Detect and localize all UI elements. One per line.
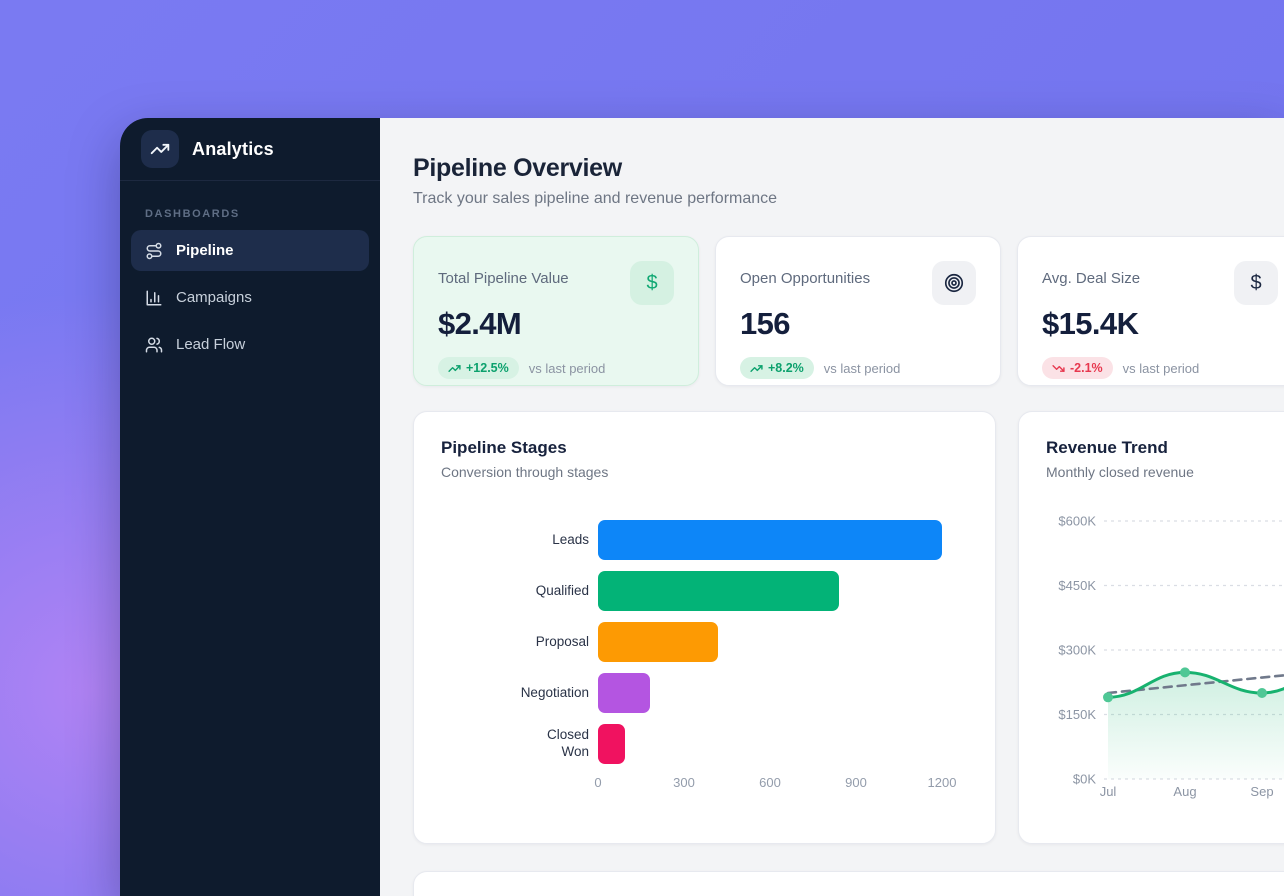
bar-row: Proposal [441, 622, 968, 662]
bar-row: Negotiation [441, 673, 968, 713]
svg-text:Aug: Aug [1173, 784, 1196, 799]
chart-subtitle: Monthly closed revenue [1046, 464, 1284, 480]
change-badge: +12.5% [438, 357, 519, 379]
x-axis: 03006009001200 [598, 775, 942, 793]
app-window: Analytics DASHBOARDS Pipeline Campaigns [120, 118, 1284, 896]
bar-chart-icon [145, 289, 163, 307]
kpi-context: vs last period [1123, 361, 1200, 376]
kpi-row: Total Pipeline Value $ $2.4M +12.5% vs l… [413, 236, 1284, 386]
bar-track [598, 520, 942, 560]
chart-title: Pipeline Stages [441, 438, 968, 458]
bar-proposal[interactable] [598, 622, 718, 662]
sidebar-section-label: DASHBOARDS [145, 208, 380, 220]
stages-bar-chart: Leads Qualified Proposal Negotiation Closed … [441, 520, 968, 793]
chart-subtitle: Conversion through stages [441, 464, 968, 480]
bottom-card-clipped [413, 871, 1284, 896]
charts-row: Pipeline Stages Conversion through stage… [413, 411, 1284, 844]
trending-up-icon [750, 362, 763, 375]
svg-text:$150K: $150K [1058, 707, 1096, 722]
kpi-card-open-opportunities: Open Opportunities 156 +8.2% vs last per… [715, 236, 1001, 386]
sidebar-item-label: Campaigns [176, 289, 252, 306]
svg-text:$450K: $450K [1058, 578, 1096, 593]
svg-text:Sep: Sep [1250, 784, 1273, 799]
dollar-icon: $ [1234, 261, 1278, 305]
svg-text:Jul: Jul [1100, 784, 1117, 799]
bar-track [598, 724, 942, 764]
bar-qualified[interactable] [598, 571, 839, 611]
kpi-label: Total Pipeline Value [438, 261, 569, 287]
trending-up-icon [150, 139, 170, 159]
page-title: Pipeline Overview [413, 154, 1284, 183]
bar-track [598, 571, 942, 611]
bar-row: Closed Won [441, 724, 968, 764]
sidebar-item-lead-flow[interactable]: Lead Flow [131, 324, 369, 365]
sidebar-nav: Pipeline Campaigns Lead Flow [120, 230, 380, 371]
kpi-context: vs last period [529, 361, 606, 376]
bar-track [598, 673, 942, 713]
kpi-value: 156 [740, 306, 976, 342]
data-point[interactable] [1180, 667, 1190, 677]
bar-category-label: Proposal [441, 634, 589, 651]
x-axis-tick: 0 [594, 775, 601, 790]
page-subtitle: Track your sales pipeline and revenue pe… [413, 190, 1284, 208]
change-badge: +8.2% [740, 357, 814, 379]
svg-text:$600K: $600K [1058, 514, 1096, 529]
bar-category-label: Closed Won [441, 727, 589, 761]
analytics-logo [141, 130, 179, 168]
target-icon [932, 261, 976, 305]
brand-title: Analytics [192, 139, 274, 160]
bar-track [598, 622, 942, 662]
sidebar-item-label: Pipeline [176, 242, 234, 259]
route-icon [145, 242, 163, 260]
kpi-label: Open Opportunities [740, 261, 870, 287]
bar-row: Leads [441, 520, 968, 560]
kpi-card-total-pipeline-value: Total Pipeline Value $ $2.4M +12.5% vs l… [413, 236, 699, 386]
change-badge: -2.1% [1042, 357, 1113, 379]
data-point[interactable] [1257, 688, 1267, 698]
bar-row: Qualified [441, 571, 968, 611]
x-axis-tick: 900 [845, 775, 867, 790]
sidebar: Analytics DASHBOARDS Pipeline Campaigns [120, 118, 380, 896]
dollar-icon: $ [630, 261, 674, 305]
x-axis-tick: 300 [673, 775, 695, 790]
chart-title: Revenue Trend [1046, 438, 1284, 458]
bar-negotiation[interactable] [598, 673, 650, 713]
sidebar-item-campaigns[interactable]: Campaigns [131, 277, 369, 318]
bar-closed-won[interactable] [598, 724, 625, 764]
main-content: Pipeline Overview Track your sales pipel… [380, 118, 1284, 896]
trending-up-icon [448, 362, 461, 375]
bar-category-label: Qualified [441, 583, 589, 600]
kpi-context: vs last period [824, 361, 901, 376]
bar-category-label: Negotiation [441, 685, 589, 702]
x-axis-tick: 600 [759, 775, 781, 790]
users-icon [145, 336, 163, 354]
kpi-value: $15.4K [1042, 306, 1278, 342]
sidebar-header: Analytics [120, 118, 380, 181]
revenue-trend-card: $0K $150K $300K $450K $600K Jul Aug Sep Revenue… [1018, 411, 1284, 844]
x-axis-tick: 1200 [928, 775, 957, 790]
data-point[interactable] [1103, 692, 1113, 702]
kpi-value: $2.4M [438, 306, 674, 342]
bar-category-label: Leads [441, 532, 589, 549]
svg-text:$0K: $0K [1073, 772, 1096, 787]
bar-leads[interactable] [598, 520, 942, 560]
sidebar-item-label: Lead Flow [176, 336, 245, 353]
kpi-card-avg-deal-size: Avg. Deal Size $ $15.4K -2.1% vs last pe… [1017, 236, 1284, 386]
sidebar-item-pipeline[interactable]: Pipeline [131, 230, 369, 271]
trending-down-icon [1052, 362, 1065, 375]
svg-text:$300K: $300K [1058, 643, 1096, 658]
pipeline-stages-card: Pipeline Stages Conversion through stage… [413, 411, 996, 844]
kpi-label: Avg. Deal Size [1042, 261, 1140, 287]
